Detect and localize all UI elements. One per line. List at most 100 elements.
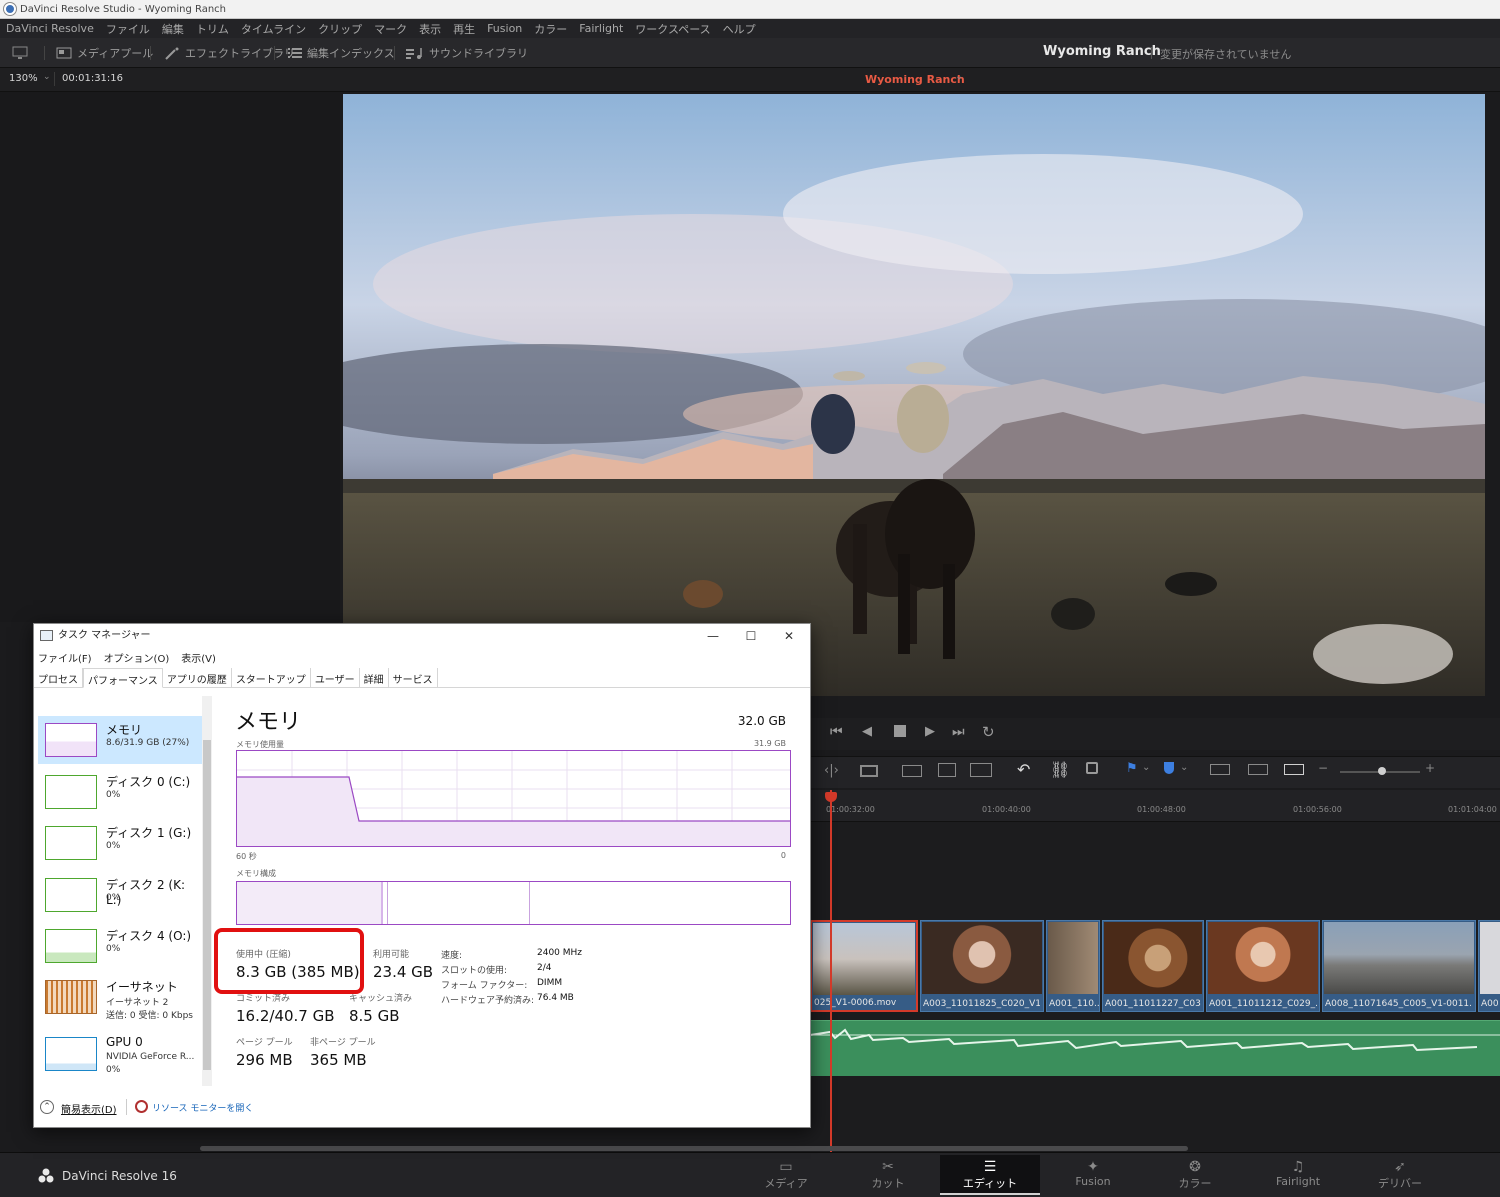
close-icon[interactable]: ✕ bbox=[770, 624, 808, 648]
menu-playback[interactable]: 再生 bbox=[453, 21, 475, 37]
chevron-down-icon[interactable]: ⌄ bbox=[1142, 762, 1150, 773]
timeline-clip[interactable]: A001_11011212_C029_... bbox=[1206, 920, 1320, 1012]
loop-icon[interactable]: ↻ bbox=[982, 723, 995, 741]
timeline-ruler[interactable]: 01:00:32:00 01:00:40:00 01:00:48:00 01:0… bbox=[810, 790, 1500, 822]
go-to-start-icon[interactable]: ⏮ bbox=[830, 724, 843, 740]
scrollbar-thumb[interactable] bbox=[203, 740, 211, 1070]
resource-disk-1[interactable]: ディスク 1 (G:) 0% bbox=[38, 819, 204, 867]
resource-gpu[interactable]: GPU 0 NVIDIA GeForce R... 0% bbox=[38, 1030, 204, 1078]
chevron-up-icon[interactable]: ⌃ bbox=[40, 1100, 54, 1114]
effects-library-button[interactable]: エフェクトライブラリ bbox=[164, 38, 295, 68]
tab-details[interactable]: 詳細 bbox=[360, 668, 389, 687]
menu-fairlight[interactable]: Fairlight bbox=[579, 22, 623, 35]
memory-total: 32.0 GB bbox=[737, 714, 786, 728]
dynamic-trim-icon[interactable]: ‹|› bbox=[824, 763, 839, 778]
snapping-icon[interactable]: ↶ bbox=[1017, 760, 1030, 779]
menu-mark[interactable]: マーク bbox=[374, 21, 407, 37]
monitor-toggle-button[interactable] bbox=[12, 38, 28, 68]
tab-services[interactable]: サービス bbox=[389, 668, 438, 687]
flag-icon[interactable]: ⚑ bbox=[1126, 761, 1138, 776]
tab-app-history[interactable]: アプリの履歴 bbox=[163, 668, 232, 687]
maximize-icon[interactable]: ☐ bbox=[732, 624, 770, 648]
insert-clip-icon[interactable] bbox=[902, 765, 922, 777]
timeline-clip[interactable]: A003_11011825_C020_V1... bbox=[920, 920, 1044, 1012]
page-fairlight[interactable]: ♫ Fairlight bbox=[1248, 1155, 1348, 1195]
sound-library-button[interactable]: サウンドライブラリ bbox=[406, 38, 528, 68]
overwrite-clip-icon[interactable] bbox=[938, 763, 956, 777]
timeline-clip[interactable]: A00 bbox=[1478, 920, 1500, 1012]
menu-edit[interactable]: 編集 bbox=[162, 21, 184, 37]
tm-menu-view[interactable]: 表示(V) bbox=[181, 650, 216, 665]
blade-mode-icon[interactable] bbox=[860, 765, 878, 777]
menu-color[interactable]: カラー bbox=[534, 21, 567, 37]
position-lock-icon[interactable] bbox=[1086, 762, 1098, 774]
memory-usage-label: メモリ使用量 bbox=[236, 740, 284, 749]
linked-selection-icon[interactable]: ⛓ bbox=[1050, 760, 1070, 779]
page-edit[interactable]: ☰ エディット bbox=[940, 1155, 1040, 1195]
chevron-down-icon[interactable]: ⌄ bbox=[43, 72, 51, 82]
video-viewer[interactable] bbox=[343, 94, 1485, 696]
zoom-dropdown[interactable]: 130% bbox=[9, 73, 38, 84]
menu-help[interactable]: ヘルプ bbox=[723, 21, 756, 37]
tab-processes[interactable]: プロセス bbox=[34, 668, 83, 687]
tm-menu-options[interactable]: オプション(O) bbox=[104, 650, 170, 665]
timeline-panel[interactable]: 01:00:32:00 01:00:40:00 01:00:48:00 01:0… bbox=[809, 790, 1500, 1152]
playhead[interactable] bbox=[830, 790, 832, 1152]
menu-workspace[interactable]: ワークスペース bbox=[635, 21, 710, 37]
menu-view[interactable]: 表示 bbox=[419, 21, 441, 37]
play-icon[interactable]: ▶ bbox=[925, 724, 935, 739]
edit-index-button[interactable]: 編集インデックス bbox=[288, 38, 395, 68]
audio-track-clip[interactable] bbox=[809, 1020, 1500, 1076]
zoom-slider-handle[interactable] bbox=[1378, 767, 1386, 775]
resource-disk-4[interactable]: ディスク 4 (O:) 0% bbox=[38, 922, 204, 970]
timeline-name-dropdown[interactable]: Wyoming Ranch bbox=[865, 73, 965, 86]
go-to-end-icon[interactable]: ⏭ bbox=[952, 724, 965, 740]
page-color[interactable]: ❂ カラー bbox=[1145, 1155, 1245, 1195]
stop-icon[interactable] bbox=[894, 725, 906, 737]
open-resource-monitor-link[interactable]: リソース モニターを開く bbox=[152, 1101, 253, 1114]
tab-users[interactable]: ユーザー bbox=[311, 668, 360, 687]
timeline-clip[interactable]: A001_11011227_C03... bbox=[1102, 920, 1204, 1012]
page-deliver[interactable]: ➶ デリバー bbox=[1350, 1155, 1450, 1195]
replace-clip-icon[interactable] bbox=[970, 763, 992, 777]
resource-ethernet[interactable]: イーサネット イーサネット 2 送信: 0 受信: 0 Kbps bbox=[38, 973, 204, 1021]
custom-zoom-icon[interactable] bbox=[1284, 764, 1304, 775]
page-cut[interactable]: ✂ カット bbox=[838, 1155, 938, 1195]
resource-disk-0[interactable]: ディスク 0 (C:) 0% bbox=[38, 768, 204, 816]
fewer-details-link[interactable]: 簡易表示(D) bbox=[61, 1101, 117, 1116]
menu-timeline[interactable]: タイムライン bbox=[241, 21, 306, 37]
task-manager-titlebar[interactable]: タスク マネージャー — ☐ ✕ bbox=[34, 624, 810, 648]
memory-composition-bar bbox=[236, 881, 791, 925]
speed-label: 速度: bbox=[441, 951, 463, 961]
full-extent-zoom-icon[interactable] bbox=[1210, 764, 1230, 775]
timeline-clip[interactable]: A001_110... bbox=[1046, 920, 1100, 1012]
zoom-in-icon[interactable]: + bbox=[1425, 761, 1435, 775]
resource-disk-2[interactable]: ディスク 2 (K: L:) 0% bbox=[38, 871, 204, 919]
media-pool-button[interactable]: メディアプール bbox=[56, 38, 153, 68]
menu-trim[interactable]: トリム bbox=[196, 21, 229, 37]
tab-startup[interactable]: スタートアップ bbox=[232, 668, 311, 687]
menu-file[interactable]: ファイル bbox=[106, 21, 150, 37]
detail-zoom-icon[interactable] bbox=[1248, 764, 1268, 775]
marker-icon[interactable] bbox=[1164, 762, 1174, 774]
resource-memory[interactable]: メモリ 8.6/31.9 GB (27%) bbox=[38, 716, 204, 764]
zoom-out-icon[interactable]: − bbox=[1318, 761, 1328, 775]
menu-fusion[interactable]: Fusion bbox=[487, 22, 522, 35]
timeline-horizontal-scrollbar[interactable] bbox=[200, 1146, 1188, 1151]
page-fusion[interactable]: ✦ Fusion bbox=[1043, 1155, 1143, 1195]
chevron-down-icon[interactable]: ⌄ bbox=[955, 71, 963, 82]
menu-davinci[interactable]: DaVinci Resolve bbox=[6, 22, 94, 35]
menu-clip[interactable]: クリップ bbox=[318, 21, 362, 37]
tab-performance[interactable]: パフォーマンス bbox=[83, 668, 163, 688]
tm-menu-file[interactable]: ファイル(F) bbox=[38, 650, 92, 665]
timeline-clip[interactable]: A008_11071645_C005_V1-0011... bbox=[1322, 920, 1476, 1012]
resolve-logo-icon bbox=[4, 3, 16, 15]
slots-value: 2/4 bbox=[537, 963, 552, 973]
play-reverse-icon[interactable]: ◀ bbox=[862, 724, 872, 739]
page-media[interactable]: ▭ メディア bbox=[736, 1155, 836, 1195]
minimize-icon[interactable]: — bbox=[694, 624, 732, 648]
graph-time-right: 0 bbox=[780, 851, 786, 860]
chevron-down-icon[interactable]: ⌄ bbox=[1180, 762, 1188, 773]
resource-list-scrollbar[interactable] bbox=[202, 696, 212, 1086]
timeline-clip[interactable]: 025_V1-0006.mov bbox=[810, 920, 918, 1012]
